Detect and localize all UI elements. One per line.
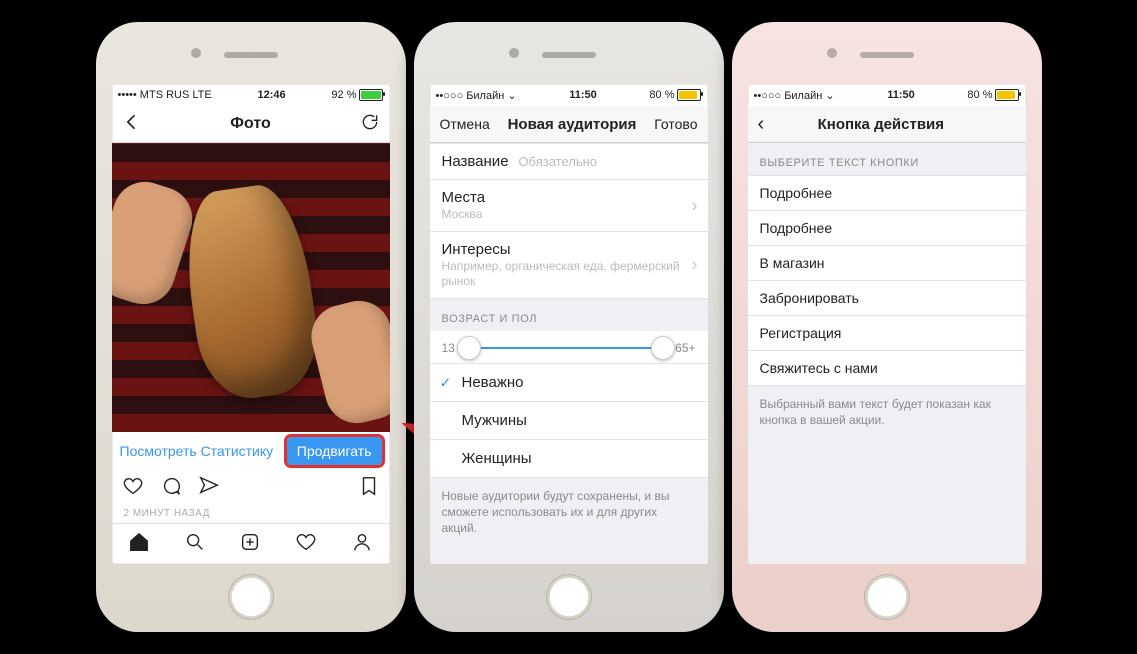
places-sub: Москва	[442, 207, 696, 222]
back-icon[interactable]	[122, 112, 142, 137]
age-slider[interactable]: 13 65+	[430, 331, 708, 364]
places-cell[interactable]: Места Москва ›	[430, 180, 708, 232]
tab-search-icon[interactable]	[184, 531, 206, 558]
nav-bar: Отмена Новая аудитория Готово	[430, 106, 708, 143]
nav-title: Кнопка действия	[818, 116, 944, 133]
tab-activity-icon[interactable]	[295, 531, 317, 558]
battery-text: 80 %	[967, 89, 992, 101]
back-icon[interactable]: ‹	[758, 113, 765, 136]
comment-icon[interactable]	[160, 475, 182, 502]
phone-frame-3: ••○○○ Билайн ⌄ 11:50 80 % ‹ Кнопка дейст…	[732, 22, 1042, 632]
age-min: 13	[442, 341, 455, 355]
carrier-text: ••○○○ Билайн ⌄	[436, 89, 517, 102]
bookmark-icon[interactable]	[358, 475, 380, 502]
clock: 12:46	[258, 89, 286, 101]
age-section-header: Возраст и пол	[430, 299, 708, 331]
cta-option[interactable]: Регистрация	[748, 316, 1026, 351]
cancel-button[interactable]: Отмена	[440, 116, 490, 132]
check-icon: ✓	[440, 374, 452, 391]
gender-any[interactable]: ✓Неважно	[430, 364, 708, 402]
screen-1: ••••• MTS RUS LTE 12:46 92 % Фото Посмот…	[112, 84, 390, 564]
name-cell[interactable]: Название Обязательно	[430, 143, 708, 180]
carrier-text: ••○○○ Билайн ⌄	[754, 89, 835, 102]
home-button[interactable]	[228, 574, 274, 620]
battery-icon	[995, 89, 1019, 101]
home-button[interactable]	[864, 574, 910, 620]
phone-frame-2: ••○○○ Билайн ⌄ 11:50 80 % Отмена Новая а…	[414, 22, 724, 632]
battery-text: 80 %	[649, 89, 674, 101]
battery-icon	[359, 89, 383, 101]
carrier-text: ••••• MTS RUS LTE	[118, 89, 212, 101]
post-timestamp: 2 МИНУТ НАЗАД	[112, 506, 390, 523]
nav-title: Новая аудитория	[508, 116, 637, 133]
clock: 11:50	[887, 89, 915, 101]
chevron-right-icon: ›	[692, 255, 698, 276]
battery-icon	[677, 89, 701, 101]
nav-bar: ‹ Кнопка действия	[748, 106, 1026, 143]
share-icon[interactable]	[198, 475, 220, 502]
interests-cell[interactable]: Интересы Например, органическая еда, фер…	[430, 232, 708, 299]
home-button[interactable]	[546, 574, 592, 620]
post-photo[interactable]	[112, 143, 390, 432]
places-label: Места	[442, 189, 696, 206]
nav-title: Фото	[230, 115, 270, 133]
status-bar: ••••• MTS RUS LTE 12:46 92 %	[112, 84, 390, 106]
phone-frame-1: ••••• MTS RUS LTE 12:46 92 % Фото Посмот…	[96, 22, 406, 632]
cta-option[interactable]: Свяжитесь с нами	[748, 351, 1026, 386]
age-max: 65+	[675, 341, 695, 355]
nav-bar: Фото	[112, 106, 390, 143]
tab-add-icon[interactable]	[239, 531, 261, 558]
cta-option[interactable]: Подробнее	[748, 211, 1026, 246]
cta-footnote: Выбранный вами текст будет показан как к…	[748, 386, 1026, 438]
slider-max-knob[interactable]	[651, 336, 675, 360]
reload-icon[interactable]	[360, 112, 380, 137]
gender-male[interactable]: Мужчины	[430, 402, 708, 440]
tab-home-icon[interactable]	[128, 531, 150, 558]
promote-button[interactable]: Продвигать	[287, 437, 382, 465]
battery-text: 92 %	[331, 89, 356, 101]
cta-option[interactable]: В магазин	[748, 246, 1026, 281]
status-bar: ••○○○ Билайн ⌄ 11:50 80 %	[430, 84, 708, 106]
status-bar: ••○○○ Билайн ⌄ 11:50 80 %	[748, 84, 1026, 106]
chevron-right-icon: ›	[692, 195, 698, 216]
audience-footnote: Новые аудитории будут сохранены, и вы см…	[430, 478, 708, 547]
interests-label: Интересы	[442, 241, 696, 258]
tab-bar	[112, 523, 390, 564]
name-placeholder: Обязательно	[518, 154, 597, 169]
gender-female[interactable]: Женщины	[430, 440, 708, 478]
view-stats-link[interactable]: Посмотреть Статистику	[120, 443, 274, 459]
heart-icon[interactable]	[122, 475, 144, 502]
screen-3: ••○○○ Билайн ⌄ 11:50 80 % ‹ Кнопка дейст…	[748, 84, 1026, 564]
screen-2: ••○○○ Билайн ⌄ 11:50 80 % Отмена Новая а…	[430, 84, 708, 564]
cta-option[interactable]: Забронировать	[748, 281, 1026, 316]
cta-option[interactable]: Подробнее	[748, 175, 1026, 211]
interests-sub: Например, органическая еда, фермерский р…	[442, 259, 696, 289]
done-button[interactable]: Готово	[654, 116, 697, 132]
cta-section-header: Выберите текст кнопки	[748, 143, 1026, 175]
post-actions	[112, 470, 390, 506]
name-label: Название	[442, 153, 509, 170]
tab-profile-icon[interactable]	[351, 531, 373, 558]
clock: 11:50	[569, 89, 597, 101]
slider-min-knob[interactable]	[457, 336, 481, 360]
